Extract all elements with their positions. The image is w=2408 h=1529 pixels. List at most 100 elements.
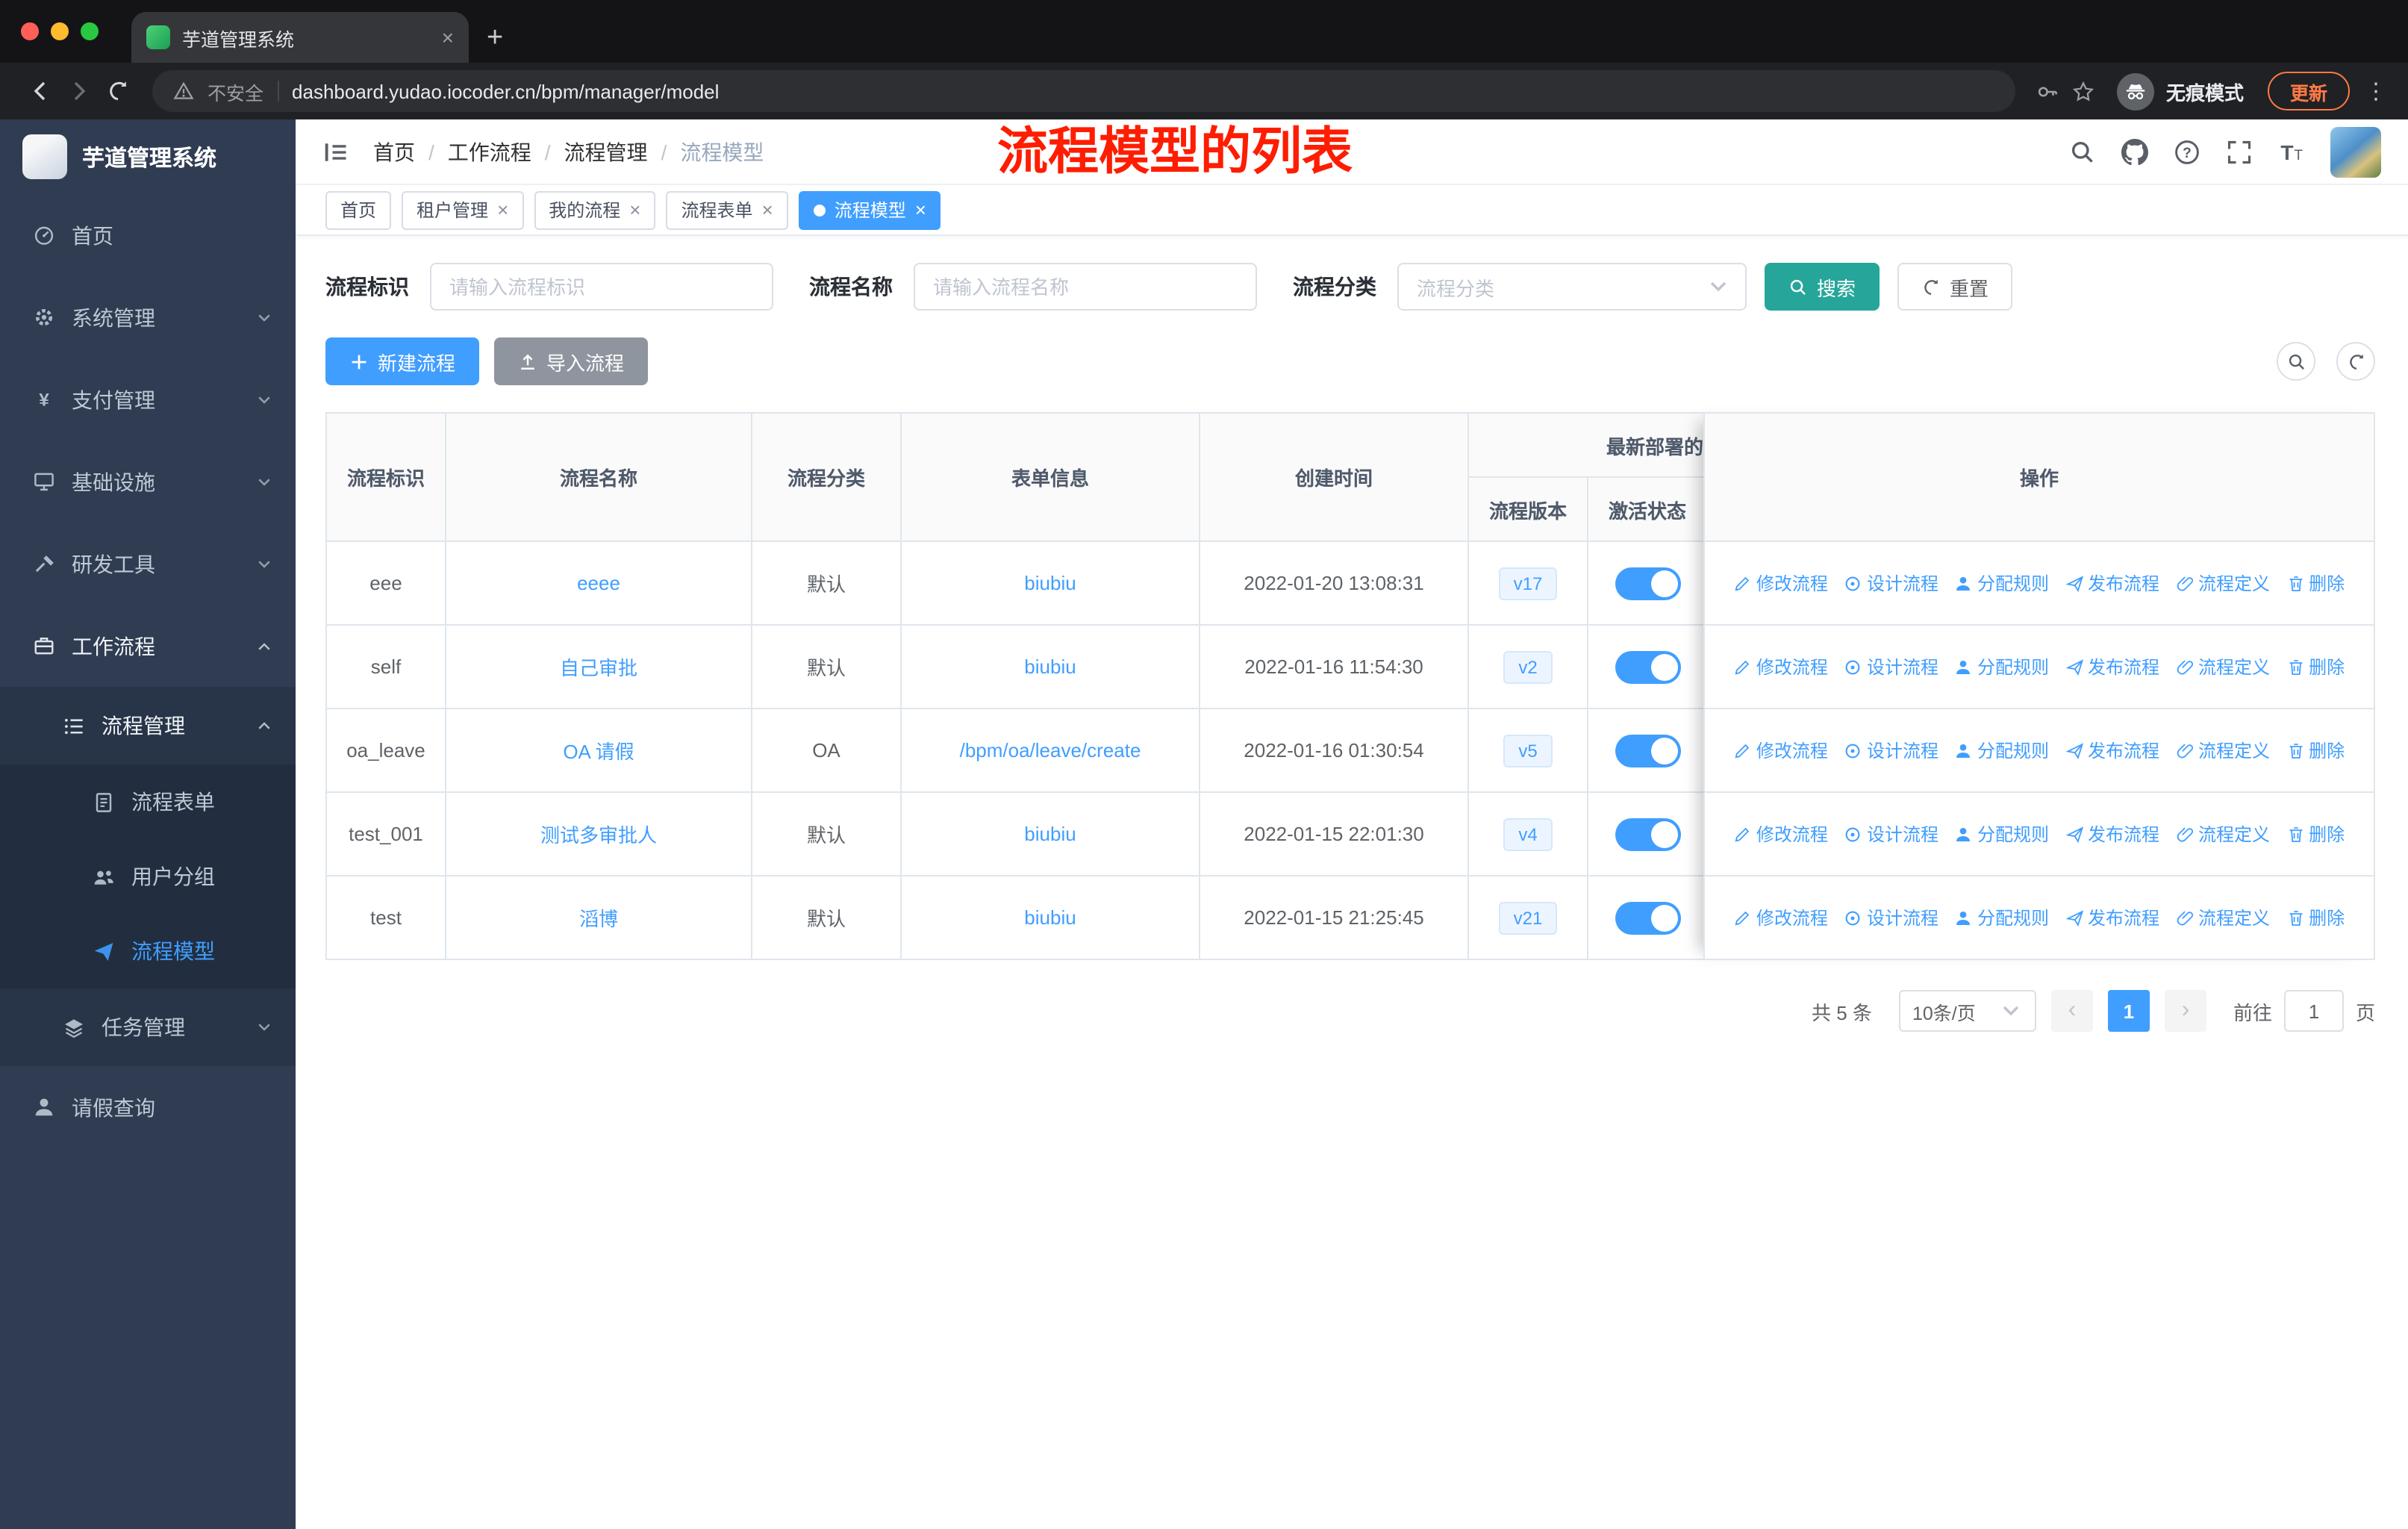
- assign-rule-link[interactable]: 分配规则: [1955, 821, 2049, 847]
- active-toggle[interactable]: [1615, 567, 1680, 600]
- process-name-link[interactable]: OA 请假: [563, 741, 634, 763]
- close-window-button[interactable]: [21, 22, 39, 40]
- sidebar-item-home[interactable]: 首页: [0, 194, 296, 276]
- zoom-window-button[interactable]: [81, 22, 99, 40]
- prev-page-button[interactable]: ‹: [2050, 990, 2093, 1032]
- page-1-button[interactable]: 1: [2107, 990, 2150, 1032]
- github-icon[interactable]: [2121, 138, 2148, 165]
- toggle-search-button[interactable]: [2277, 342, 2315, 381]
- font-size-icon[interactable]: [2278, 138, 2305, 165]
- publish-process-link[interactable]: 发布流程: [2065, 738, 2159, 763]
- assign-rule-link[interactable]: 分配规则: [1955, 905, 2049, 930]
- sidebar-item-user-group[interactable]: 用户分组: [0, 839, 296, 914]
- security-label[interactable]: 不安全: [208, 77, 263, 105]
- sidebar-item-system[interactable]: 系统管理: [0, 276, 296, 358]
- refresh-table-button[interactable]: [2336, 342, 2375, 381]
- publish-process-link[interactable]: 发布流程: [2065, 654, 2159, 679]
- assign-rule-link[interactable]: 分配规则: [1955, 570, 2049, 596]
- create-process-button[interactable]: 新建流程: [325, 337, 480, 385]
- form-link[interactable]: biubiu: [1024, 572, 1076, 594]
- next-page-button[interactable]: ›: [2164, 990, 2206, 1032]
- page-size-select[interactable]: 10条/页: [1898, 990, 2036, 1032]
- edit-process-link[interactable]: 修改流程: [1734, 821, 1828, 847]
- process-definition-link[interactable]: 流程定义: [2176, 570, 2270, 596]
- process-name-input[interactable]: [914, 263, 1257, 311]
- close-icon[interactable]: ×: [629, 200, 640, 219]
- edit-process-link[interactable]: 修改流程: [1734, 570, 1828, 596]
- edit-process-link[interactable]: 修改流程: [1734, 905, 1828, 930]
- edit-process-link[interactable]: 修改流程: [1734, 654, 1828, 679]
- avatar[interactable]: [2330, 126, 2381, 177]
- breadcrumb-process-mgmt[interactable]: 流程管理: [564, 137, 648, 166]
- form-link[interactable]: biubiu: [1024, 655, 1076, 678]
- breadcrumb-workflow[interactable]: 工作流程: [448, 137, 531, 166]
- search-icon[interactable]: [2069, 138, 2096, 165]
- import-process-button[interactable]: 导入流程: [494, 337, 649, 385]
- process-name-link[interactable]: 测试多审批人: [540, 824, 657, 847]
- browser-menu-button[interactable]: ⋮: [2365, 78, 2387, 105]
- process-name-link[interactable]: 滔博: [579, 908, 618, 930]
- process-name-link[interactable]: eeee: [577, 572, 620, 594]
- process-definition-link[interactable]: 流程定义: [2176, 905, 2270, 930]
- process-category-select[interactable]: 流程分类: [1397, 263, 1747, 311]
- forward-button[interactable]: [60, 72, 99, 110]
- delete-process-link[interactable]: 删除: [2286, 654, 2345, 679]
- new-tab-button[interactable]: +: [487, 24, 503, 52]
- tab-home[interactable]: 首页: [325, 190, 392, 229]
- process-definition-link[interactable]: 流程定义: [2176, 821, 2270, 847]
- sidebar-item-process-form[interactable]: 流程表单: [0, 764, 296, 839]
- tab-process-model[interactable]: 流程模型 ×: [798, 190, 941, 229]
- active-toggle[interactable]: [1615, 818, 1680, 850]
- form-link[interactable]: biubiu: [1024, 906, 1076, 929]
- goto-page-input[interactable]: [2283, 990, 2344, 1032]
- minimize-window-button[interactable]: [51, 22, 69, 40]
- password-key-button[interactable]: [2030, 73, 2066, 109]
- delete-process-link[interactable]: 删除: [2286, 738, 2345, 763]
- close-icon[interactable]: ×: [915, 200, 926, 219]
- delete-process-link[interactable]: 删除: [2286, 570, 2345, 596]
- help-icon[interactable]: [2174, 138, 2200, 165]
- design-process-link[interactable]: 设计流程: [1844, 570, 1938, 596]
- assign-rule-link[interactable]: 分配规则: [1955, 654, 2049, 679]
- publish-process-link[interactable]: 发布流程: [2065, 905, 2159, 930]
- reload-button[interactable]: [99, 72, 137, 110]
- tab-my-process[interactable]: 我的流程 ×: [534, 190, 656, 229]
- address-bar[interactable]: 不安全 dashboard.yudao.iocoder.cn/bpm/manag…: [152, 70, 2015, 112]
- sidebar-item-leave-query[interactable]: 请假查询: [0, 1066, 296, 1148]
- sidebar-item-task-mgmt[interactable]: 任务管理: [0, 988, 296, 1066]
- bookmark-button[interactable]: [2066, 73, 2102, 109]
- sidebar-item-devtools[interactable]: 研发工具: [0, 523, 296, 605]
- close-tab-icon[interactable]: ×: [442, 27, 454, 48]
- sidebar-item-process-mgmt[interactable]: 流程管理: [0, 687, 296, 764]
- design-process-link[interactable]: 设计流程: [1844, 905, 1938, 930]
- delete-process-link[interactable]: 删除: [2286, 905, 2345, 930]
- process-name-link[interactable]: 自己审批: [560, 657, 637, 679]
- form-link[interactable]: biubiu: [1024, 823, 1076, 845]
- publish-process-link[interactable]: 发布流程: [2065, 570, 2159, 596]
- collapse-sidebar-button[interactable]: [322, 138, 349, 165]
- sidebar-item-workflow[interactable]: 工作流程: [0, 605, 296, 687]
- process-definition-link[interactable]: 流程定义: [2176, 654, 2270, 679]
- close-icon[interactable]: ×: [497, 200, 508, 219]
- back-button[interactable]: [21, 72, 60, 110]
- tab-process-form[interactable]: 流程表单 ×: [666, 190, 788, 229]
- active-toggle[interactable]: [1615, 901, 1680, 934]
- design-process-link[interactable]: 设计流程: [1844, 738, 1938, 763]
- sidebar-item-payment[interactable]: 支付管理: [0, 358, 296, 440]
- edit-process-link[interactable]: 修改流程: [1734, 738, 1828, 763]
- breadcrumb-home[interactable]: 首页: [373, 137, 415, 166]
- design-process-link[interactable]: 设计流程: [1844, 654, 1938, 679]
- active-toggle[interactable]: [1615, 650, 1680, 683]
- close-icon[interactable]: ×: [762, 200, 773, 219]
- delete-process-link[interactable]: 删除: [2286, 821, 2345, 847]
- update-button[interactable]: 更新: [2267, 72, 2350, 110]
- publish-process-link[interactable]: 发布流程: [2065, 821, 2159, 847]
- fullscreen-icon[interactable]: [2226, 138, 2253, 165]
- active-toggle[interactable]: [1615, 734, 1680, 767]
- reset-button[interactable]: 重置: [1897, 263, 2013, 311]
- form-link[interactable]: /bpm/oa/leave/create: [960, 739, 1141, 762]
- tab-tenant-mgmt[interactable]: 租户管理 ×: [402, 190, 524, 229]
- search-button[interactable]: 搜索: [1765, 263, 1880, 311]
- sidebar-item-infra[interactable]: 基础设施: [0, 440, 296, 523]
- design-process-link[interactable]: 设计流程: [1844, 821, 1938, 847]
